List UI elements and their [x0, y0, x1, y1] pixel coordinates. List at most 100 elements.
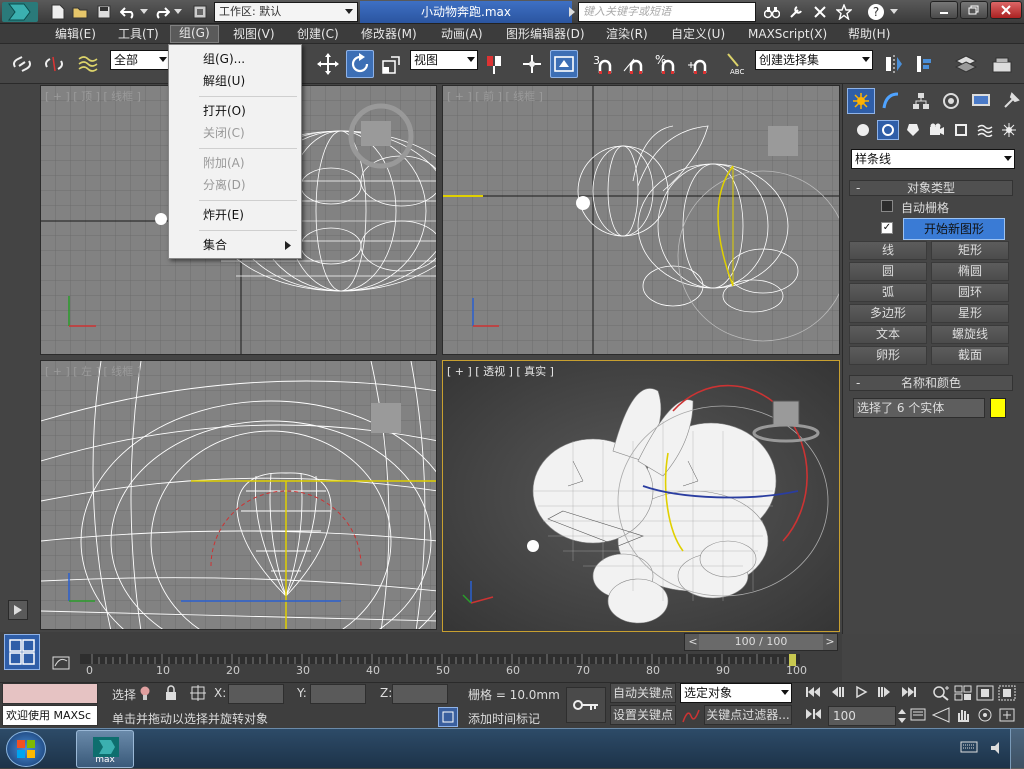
- helpers-icon[interactable]: [951, 120, 971, 140]
- geometry-icon[interactable]: [853, 120, 873, 140]
- viewport-layout-icon[interactable]: [4, 634, 40, 670]
- undo-icon[interactable]: [118, 2, 138, 22]
- unlink-icon[interactable]: [40, 50, 68, 78]
- menu-item-ungroup[interactable]: 解组(U): [203, 72, 245, 90]
- named-selection-dropdown[interactable]: 创建选择集: [755, 50, 873, 70]
- name-color-rollout-header[interactable]: - 名称和颜色: [849, 375, 1013, 391]
- shape-category-dropdown[interactable]: 样条线: [851, 149, 1015, 169]
- start-button[interactable]: [6, 731, 46, 767]
- taskbar-3dsmax-button[interactable]: max: [76, 730, 134, 768]
- tools-icon[interactable]: [810, 2, 830, 22]
- mirror-icon[interactable]: [880, 50, 908, 78]
- viewport-left-label[interactable]: [ + ] [ 左 ] [ 线框 ]: [45, 363, 141, 379]
- save-file-icon[interactable]: [94, 2, 114, 22]
- edit-named-selection-icon[interactable]: ABC: [722, 50, 750, 78]
- help-icon[interactable]: ?: [866, 2, 886, 22]
- add-time-tag-label[interactable]: 添加时间标记: [468, 710, 540, 727]
- utilities-tab-icon[interactable]: [997, 88, 1024, 114]
- key-mode-dropdown[interactable]: 选定对象: [680, 683, 792, 703]
- go-to-end-icon[interactable]: [900, 685, 920, 703]
- isolate-selection-icon[interactable]: [138, 685, 154, 701]
- start-new-shape-button[interactable]: 开始新图形: [903, 218, 1005, 240]
- line-button[interactable]: 线: [849, 241, 927, 260]
- text-button[interactable]: 文本: [849, 325, 927, 344]
- previous-frame-icon[interactable]: [828, 685, 848, 703]
- search-input[interactable]: 键入关键字或短语: [578, 2, 756, 22]
- arc-button[interactable]: 弧: [849, 283, 927, 302]
- close-button[interactable]: [990, 1, 1022, 19]
- selection-filter-dropdown[interactable]: 全部: [110, 50, 170, 70]
- viewport-top-label[interactable]: [ + ] [ 顶 ] [ 线框 ]: [45, 88, 141, 104]
- zoom-icon[interactable]: [932, 685, 952, 703]
- motion-tab-icon[interactable]: [937, 88, 965, 114]
- viewport-front-label[interactable]: [ + ] [ 前 ] [ 线框 ]: [447, 88, 543, 104]
- egg-button[interactable]: 卵形: [849, 346, 927, 365]
- next-frame-icon[interactable]: [876, 685, 896, 703]
- menu-help[interactable]: 帮助(H): [845, 26, 893, 42]
- maxscript-listener-pink[interactable]: [2, 683, 98, 704]
- zoom-all-icon[interactable]: [954, 685, 974, 703]
- open-file-icon[interactable]: [70, 2, 90, 22]
- menu-edit[interactable]: 编辑(E): [52, 26, 99, 42]
- menu-group[interactable]: 组(G): [170, 25, 219, 43]
- create-tab-icon[interactable]: [847, 88, 875, 114]
- lights-icon[interactable]: [903, 120, 923, 140]
- object-name-field[interactable]: 选择了 6 个实体: [853, 398, 985, 418]
- maxscript-listener-white[interactable]: 欢迎使用 MAXSc: [2, 705, 98, 726]
- select-move-icon[interactable]: [314, 50, 342, 78]
- star-button[interactable]: 星形: [931, 304, 1009, 323]
- set-key-button[interactable]: 设置关键点: [610, 705, 676, 725]
- redo-dropdown-icon[interactable]: [172, 2, 184, 22]
- space-warps-icon[interactable]: [975, 120, 995, 140]
- start-new-shape-checkbox[interactable]: ✓: [881, 222, 893, 234]
- pivot-center-icon[interactable]: [480, 50, 508, 78]
- hold-icon[interactable]: [190, 2, 210, 22]
- cameras-icon[interactable]: [927, 120, 947, 140]
- go-to-start-icon[interactable]: [804, 685, 824, 703]
- display-tab-icon[interactable]: [967, 88, 995, 114]
- binoculars-icon[interactable]: [762, 2, 782, 22]
- menu-item-assembly[interactable]: 集合: [203, 236, 227, 254]
- ellipse-button[interactable]: 椭圆: [931, 262, 1009, 281]
- play-icon[interactable]: [852, 685, 872, 703]
- select-rotate-icon[interactable]: [346, 50, 374, 78]
- frame-spinner-icon[interactable]: [898, 707, 908, 725]
- hierarchy-tab-icon[interactable]: [907, 88, 935, 114]
- keyboard-shortcut-override-icon[interactable]: [550, 50, 578, 78]
- link-icon[interactable]: [8, 50, 36, 78]
- systems-icon[interactable]: [999, 120, 1019, 140]
- rectangle-button[interactable]: 矩形: [931, 241, 1009, 260]
- expand-arrow-icon[interactable]: [566, 2, 578, 22]
- show-desktop-button[interactable]: [1010, 729, 1024, 769]
- shapes-icon[interactable]: [877, 120, 899, 140]
- snap-toggle-icon[interactable]: 3: [590, 50, 618, 78]
- field-of-view-icon[interactable]: [932, 707, 952, 725]
- auto-grid-checkbox[interactable]: [881, 200, 893, 212]
- select-manipulate-icon[interactable]: [518, 50, 546, 78]
- menu-views[interactable]: 视图(V): [230, 26, 278, 42]
- y-coordinate-field[interactable]: [310, 684, 366, 704]
- viewport-front[interactable]: [ + ] [ 前 ] [ 线框 ]: [442, 85, 840, 355]
- current-frame-field[interactable]: 100: [828, 706, 896, 726]
- layer-manager-icon[interactable]: [952, 50, 980, 78]
- modify-tab-icon[interactable]: [877, 88, 905, 114]
- menu-customize[interactable]: 自定义(U): [668, 26, 728, 42]
- percent-snap-icon[interactable]: %: [652, 50, 680, 78]
- menu-maxscript[interactable]: MAXScript(X): [745, 26, 830, 42]
- viewport-perspective-label[interactable]: [ + ] [ 透视 ] [ 真实 ]: [447, 363, 554, 379]
- helix-button[interactable]: 螺旋线: [931, 325, 1009, 344]
- menu-item-open[interactable]: 打开(O): [203, 102, 246, 120]
- menu-modifiers[interactable]: 修改器(M): [358, 26, 420, 42]
- volume-icon[interactable]: [990, 741, 1006, 757]
- menu-item-group[interactable]: 组(G)...: [203, 50, 245, 68]
- maximize-viewport-icon[interactable]: [998, 707, 1018, 725]
- communication-center-icon[interactable]: [786, 2, 806, 22]
- app-menu-button[interactable]: [2, 2, 38, 22]
- angle-snap-icon[interactable]: [620, 50, 648, 78]
- orbit-icon[interactable]: [976, 707, 996, 725]
- minimize-button[interactable]: [930, 1, 958, 19]
- select-scale-icon[interactable]: [378, 50, 406, 78]
- absolute-mode-icon[interactable]: [190, 685, 208, 703]
- new-file-icon[interactable]: [48, 2, 68, 22]
- viewport-left[interactable]: [ + ] [ 左 ] [ 线框 ]: [40, 360, 437, 630]
